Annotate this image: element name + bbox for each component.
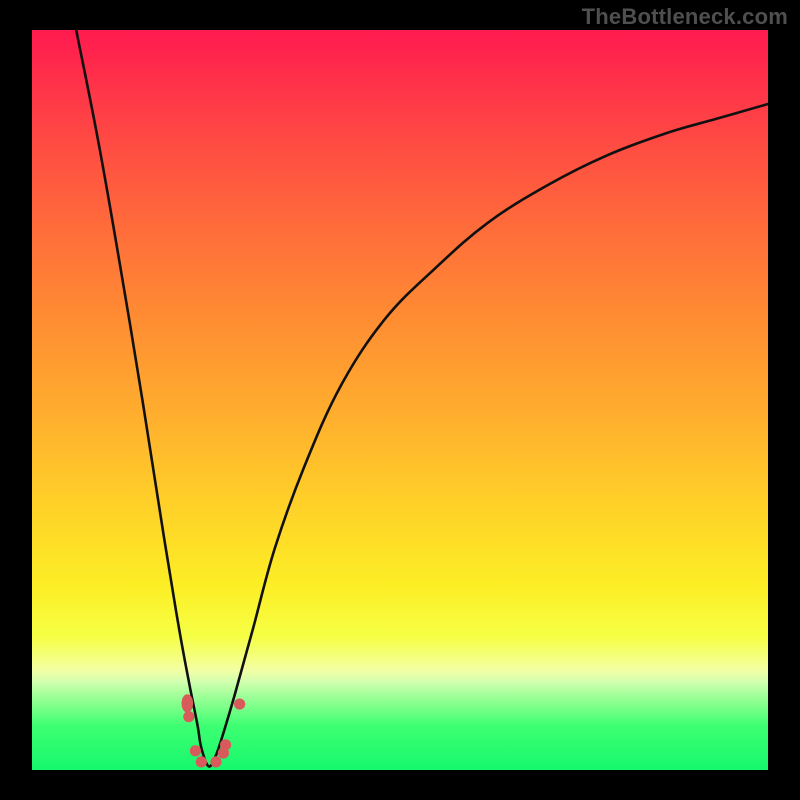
curve-marker [190,745,201,756]
curve-marker [220,739,231,750]
curve-layer [32,30,768,770]
curve-marker [210,756,221,767]
curve-marker [196,756,207,767]
curve-marker [183,711,194,722]
plot-area [32,30,768,770]
watermark-text: TheBottleneck.com [582,4,788,30]
curve-marker [234,699,245,710]
curve-marker [182,694,194,712]
bottleneck-curve [76,30,768,766]
curve-markers [182,694,246,767]
chart-frame: TheBottleneck.com [0,0,800,800]
